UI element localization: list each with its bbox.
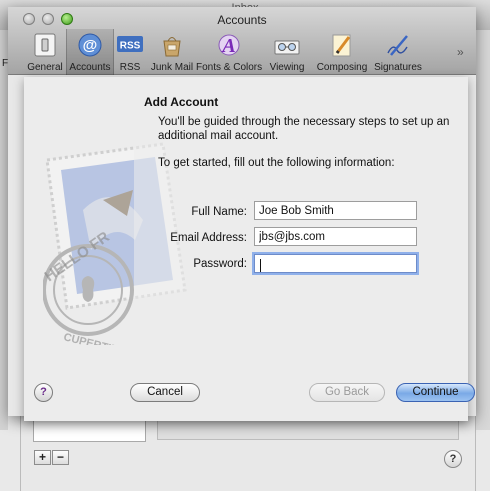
toolbar-general[interactable]: General bbox=[24, 29, 66, 75]
remove-account-button[interactable]: − bbox=[52, 450, 69, 465]
intro-text: You'll be guided through the necessary s… bbox=[158, 116, 450, 142]
window-title: Accounts bbox=[217, 13, 267, 27]
instruction-text: To get started, fill out the following i… bbox=[158, 157, 395, 169]
toolbar-junk-mail-label: Junk Mail bbox=[150, 62, 194, 73]
toolbar-composing-label: Composing bbox=[316, 62, 368, 73]
full-name-input[interactable] bbox=[254, 201, 417, 220]
at-sign-icon: @ bbox=[77, 33, 103, 57]
continue-button[interactable]: Continue bbox=[396, 383, 475, 402]
email-address-input[interactable] bbox=[254, 227, 417, 246]
toolbar-accounts-label: Accounts bbox=[69, 62, 111, 73]
text-caret bbox=[260, 259, 261, 272]
accounts-preferences-window: Accounts General @ Accounts RSS RSS Junk… bbox=[8, 7, 476, 421]
toolbar-viewing[interactable]: Viewing bbox=[264, 29, 310, 75]
toolbar-fonts-colors[interactable]: A Fonts & Colors bbox=[196, 29, 262, 75]
svg-text:RSS: RSS bbox=[120, 41, 141, 52]
help-button[interactable]: ? bbox=[34, 383, 53, 402]
accounts-help-button[interactable]: ? bbox=[444, 450, 462, 468]
light-switch-icon bbox=[32, 33, 58, 57]
toolbar-signatures-label: Signatures bbox=[374, 62, 422, 73]
fonts-colors-icon: A bbox=[216, 33, 242, 57]
cancel-button[interactable]: Cancel bbox=[130, 383, 200, 402]
junk-mail-bag-icon bbox=[159, 33, 185, 57]
toolbar-fonts-colors-label: Fonts & Colors bbox=[196, 62, 263, 73]
go-back-button[interactable]: Go Back bbox=[309, 383, 385, 402]
inbox-window-edge-right bbox=[476, 30, 490, 430]
add-account-button[interactable]: + bbox=[34, 450, 51, 465]
sheet-heading: Add Account bbox=[144, 95, 219, 109]
rss-icon: RSS bbox=[117, 33, 143, 57]
toolbar-composing[interactable]: Composing bbox=[314, 29, 370, 75]
svg-text:@: @ bbox=[83, 37, 98, 54]
inbox-window-edge-left bbox=[0, 30, 8, 430]
toolbar-overflow-button[interactable]: » bbox=[457, 45, 464, 59]
password-label: Password: bbox=[193, 258, 247, 270]
toolbar-viewing-label: Viewing bbox=[269, 62, 305, 73]
add-account-sheet: HELLO FR CUPERTINO Add Account You'll be… bbox=[24, 77, 475, 421]
toolbar-junk-mail[interactable]: Junk Mail bbox=[148, 29, 196, 75]
full-name-label: Full Name: bbox=[191, 206, 247, 218]
pencil-paper-icon bbox=[329, 33, 355, 57]
toolbar-rss[interactable]: RSS RSS bbox=[114, 29, 146, 75]
glasses-icon bbox=[274, 33, 300, 57]
toolbar-rss-label: RSS bbox=[119, 62, 141, 73]
toolbar-signatures[interactable]: Signatures bbox=[372, 29, 424, 75]
toolbar-accounts[interactable]: @ Accounts bbox=[66, 29, 114, 75]
signature-pen-icon bbox=[385, 33, 411, 57]
toolbar-general-label: General bbox=[27, 62, 63, 73]
password-input[interactable] bbox=[254, 254, 417, 273]
email-address-label: Email Address: bbox=[170, 232, 247, 244]
svg-text:A: A bbox=[220, 35, 235, 57]
preferences-toolbar: Accounts General @ Accounts RSS RSS Junk… bbox=[8, 7, 476, 75]
